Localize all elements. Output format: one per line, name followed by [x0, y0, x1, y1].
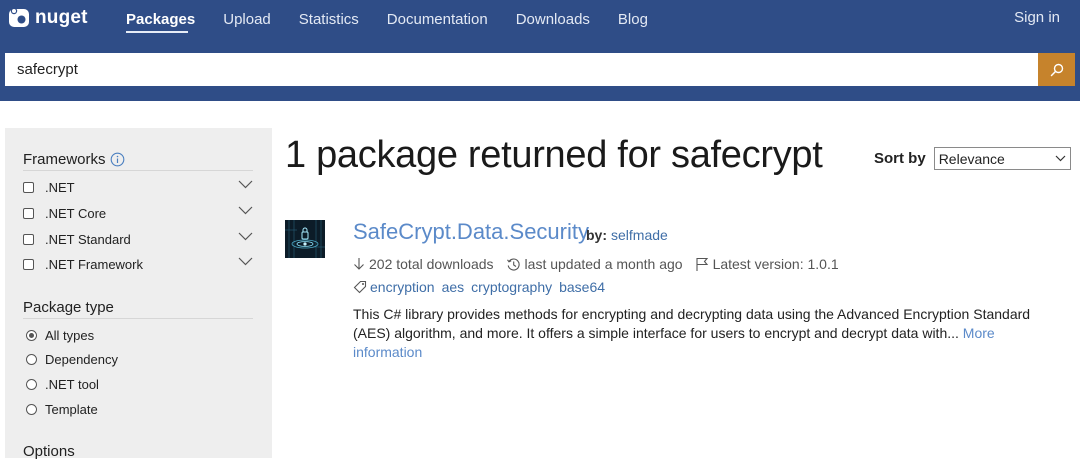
options-heading: Options: [23, 443, 75, 460]
radio-button[interactable]: [26, 378, 37, 390]
chevron-down-icon[interactable]: [238, 257, 253, 266]
nav-upload[interactable]: Upload: [223, 9, 271, 28]
framework-filter-net-standard[interactable]: .NET Standard: [23, 230, 253, 248]
latest-version-stat: Latest version: 1.0.1: [695, 256, 839, 272]
nav-statistics[interactable]: Statistics: [299, 9, 359, 28]
package-type-label: Template: [45, 401, 98, 417]
framework-filter-net[interactable]: .NET: [23, 178, 253, 196]
sort-value: Relevance: [938, 150, 1005, 167]
sort-dropdown[interactable]: Relevance: [933, 147, 1071, 170]
framework-checkbox[interactable]: [23, 207, 34, 219]
sign-in-link[interactable]: Sign in: [1014, 9, 1060, 26]
framework-checkbox[interactable]: [23, 258, 34, 270]
framework-label: .NET Core: [45, 205, 107, 221]
package-meta: 202 total downloads last updated a month…: [353, 255, 851, 273]
package-type-label: Dependency: [45, 351, 118, 367]
filter-sidebar: Frameworks .NET .NET Core .NET Standard …: [5, 128, 272, 460]
framework-label: .NET Standard: [45, 231, 131, 247]
nuget-logo-icon: [8, 7, 30, 29]
tag-icon: [353, 280, 367, 294]
search-icon: [1050, 63, 1063, 76]
by-label: by:: [586, 227, 607, 243]
main-nav: Packages Upload Statistics Documentation…: [126, 0, 676, 36]
nav-blog[interactable]: Blog: [618, 9, 648, 28]
package-type-all[interactable]: All types: [26, 326, 94, 344]
results-heading: 1 package returned for safecrypt: [285, 134, 823, 176]
search-input[interactable]: [5, 53, 1038, 86]
logo-text: nuget: [35, 7, 88, 28]
tag-link[interactable]: cryptography: [471, 279, 552, 295]
author-link[interactable]: selfmade: [611, 227, 668, 243]
package-title-link[interactable]: SafeCrypt.Data.Security: [353, 219, 589, 245]
flag-icon: [696, 257, 708, 271]
framework-checkbox[interactable]: [23, 233, 34, 245]
download-icon: [354, 258, 364, 270]
options-title: Options: [23, 443, 75, 460]
package-type-dotnet-tool[interactable]: .NET tool: [26, 375, 99, 393]
chevron-down-icon[interactable]: [238, 206, 253, 215]
nav-documentation[interactable]: Documentation: [387, 9, 488, 28]
tag-link[interactable]: aes: [442, 279, 465, 295]
frameworks-heading: Frameworks: [23, 151, 125, 168]
framework-label: .NET Framework: [45, 256, 143, 272]
package-tags: encryption aes cryptography base64: [353, 279, 609, 295]
chevron-down-icon: [1055, 155, 1066, 162]
sort-control: Sort by Relevance: [874, 147, 1071, 170]
package-type-divider: [23, 318, 253, 319]
nuget-logo[interactable]: nuget: [8, 6, 88, 30]
framework-filter-net-core[interactable]: .NET Core: [23, 204, 253, 222]
history-icon: [506, 257, 520, 271]
package-type-title: Package type: [23, 299, 114, 316]
info-icon[interactable]: [110, 152, 125, 167]
package-icon[interactable]: [285, 220, 325, 258]
package-type-label: .NET tool: [45, 376, 99, 392]
framework-label: .NET: [45, 179, 75, 195]
latest-version: Latest version: 1.0.1: [712, 256, 839, 272]
nav-downloads[interactable]: Downloads: [516, 9, 590, 28]
radio-button[interactable]: [26, 353, 37, 365]
package-type-heading: Package type: [23, 299, 114, 316]
last-updated-stat: last updated a month ago: [506, 256, 683, 272]
downloads-count: 202 total downloads: [369, 256, 494, 272]
radio-button[interactable]: [26, 329, 37, 341]
sort-label: Sort by: [874, 150, 926, 167]
last-updated: last updated a month ago: [524, 256, 683, 272]
downloads-stat: 202 total downloads: [353, 256, 494, 272]
description-text: This C# library provides methods for enc…: [353, 306, 1031, 341]
nav-packages[interactable]: Packages: [126, 9, 195, 28]
search-button[interactable]: [1038, 53, 1075, 86]
radio-button[interactable]: [26, 403, 37, 415]
package-type-template[interactable]: Template: [26, 400, 98, 418]
framework-filter-net-framework[interactable]: .NET Framework: [23, 255, 253, 273]
frameworks-title: Frameworks: [23, 151, 106, 168]
tag-link[interactable]: encryption: [370, 279, 435, 295]
package-description: This C# library provides methods for enc…: [353, 305, 1053, 362]
tag-link[interactable]: base64: [559, 279, 605, 295]
package-author: by: selfmade: [586, 227, 668, 243]
search-bar: [5, 53, 1075, 86]
package-type-dependency[interactable]: Dependency: [26, 350, 118, 368]
active-nav-underline: [126, 31, 188, 33]
site-header: nuget Packages Upload Statistics Documen…: [0, 0, 1080, 101]
chevron-down-icon[interactable]: [238, 232, 253, 241]
framework-checkbox[interactable]: [23, 181, 34, 193]
frameworks-divider: [23, 170, 253, 171]
chevron-down-icon[interactable]: [238, 180, 253, 189]
package-type-label: All types: [45, 327, 95, 343]
